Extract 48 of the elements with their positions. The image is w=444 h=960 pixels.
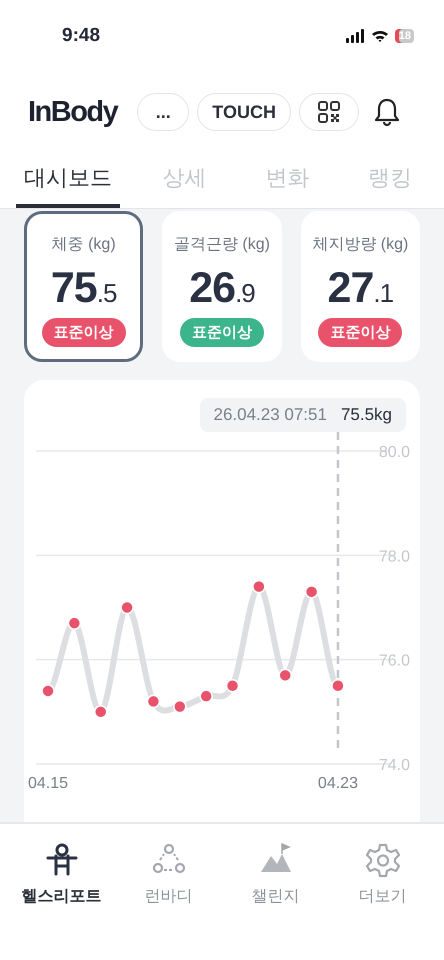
- metric-card[interactable]: 골격근량 (kg) 26.9 표준이상: [162, 211, 282, 362]
- qr-code-icon: [318, 101, 340, 123]
- person-figure-icon: [44, 842, 80, 878]
- qr-code-button[interactable]: [298, 93, 359, 131]
- data-point: [120, 600, 134, 614]
- tooltip-date: 26.04.23 07:51: [214, 405, 327, 425]
- nav-label: 더보기: [358, 887, 406, 907]
- metric-value: 75.5: [50, 267, 116, 310]
- data-point: [199, 689, 213, 703]
- metric-title: 체지방량 (kg): [312, 235, 408, 255]
- metric-title: 체중 (kg): [52, 235, 116, 255]
- data-point: [41, 684, 55, 698]
- touch-button[interactable]: TOUCH: [197, 93, 291, 131]
- data-point: [94, 705, 108, 719]
- y-axis-label: 80.0: [378, 444, 410, 461]
- nav-label: 챌린지: [252, 887, 300, 907]
- tooltip-value: 75.5kg: [340, 405, 392, 425]
- data-point: [146, 694, 160, 708]
- data-point: [331, 679, 345, 692]
- data-point: [252, 580, 266, 594]
- status-badge: 표준이상: [318, 318, 402, 347]
- metric-value: 27.1: [328, 267, 394, 310]
- data-point: [226, 679, 240, 692]
- wifi-icon: [370, 28, 389, 42]
- clock: 9:48: [62, 24, 100, 46]
- metric-value: 26.9: [189, 267, 255, 310]
- data-point: [173, 700, 187, 714]
- x-axis-label: 04.23: [318, 775, 358, 792]
- logo: InBody: [28, 96, 118, 128]
- notification-bell-icon[interactable]: [372, 97, 401, 127]
- nav-label: 헬스리포트: [22, 887, 102, 907]
- metric-title: 골격근량 (kg): [174, 235, 270, 255]
- nav-item[interactable]: 헬스리포트: [12, 842, 112, 907]
- metric-card[interactable]: 체중 (kg) 75.5 표준이상: [24, 211, 144, 362]
- data-point: [278, 668, 292, 682]
- nav-label: 런바디: [144, 887, 192, 907]
- signal-icon: [344, 28, 365, 42]
- data-point: [304, 585, 318, 599]
- status-badge: 표준이상: [42, 318, 126, 347]
- metric-card[interactable]: 체지방량 (kg) 27.1 표준이상: [300, 211, 420, 362]
- settings-icon: [364, 842, 400, 878]
- y-axis-label: 78.0: [378, 548, 410, 566]
- x-axis-label: 04.15: [28, 775, 68, 792]
- status-badge: 표준이상: [180, 318, 264, 347]
- data-point: [68, 616, 82, 630]
- y-axis-label: 74.0: [378, 757, 410, 774]
- more-button[interactable]: ...: [137, 93, 190, 131]
- y-axis-label: 76.0: [378, 652, 410, 670]
